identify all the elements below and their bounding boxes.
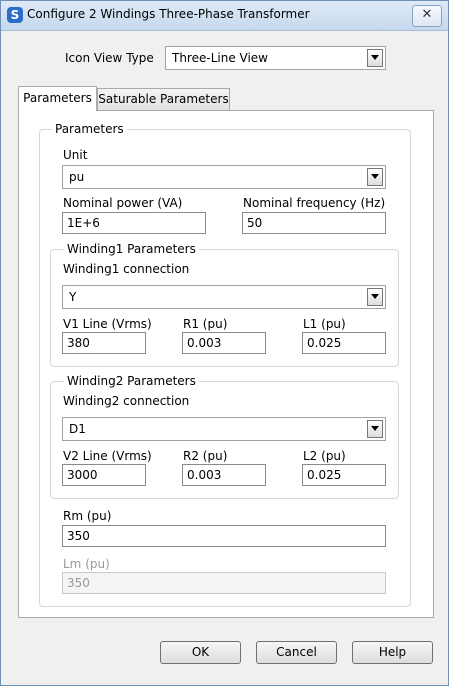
nominal-power-label: Nominal power (VA) [63, 196, 183, 210]
l1-field[interactable]: 0.025 [302, 332, 386, 354]
winding2-connection-value: D1 [69, 422, 86, 436]
chevron-down-icon[interactable] [367, 168, 383, 186]
r2-label: R2 (pu) [183, 449, 228, 463]
title-bar[interactable]: S Configure 2 Windings Three-Phase Trans… [1, 1, 448, 31]
tab-parameters-label: Parameters [23, 91, 92, 105]
rm-label: Rm (pu) [63, 509, 112, 523]
l2-label: L2 (pu) [303, 449, 346, 463]
unit-value: pu [69, 170, 85, 184]
simulink-s-icon: S [7, 7, 23, 23]
icon-view-type-label: Icon View Type [65, 51, 154, 65]
r2-field[interactable]: 0.003 [182, 464, 266, 486]
tab-saturable-parameters-label: Saturable Parameters [98, 92, 229, 106]
rm-field[interactable]: 350 [62, 525, 386, 547]
lm-field: 350 [62, 572, 386, 594]
icon-view-type-value: Three-Line View [172, 51, 268, 65]
parameters-tab-panel: Parameters Unit pu Nominal power (VA) 1E… [18, 110, 434, 618]
nominal-power-field[interactable]: 1E+6 [62, 212, 206, 234]
r1-field[interactable]: 0.003 [182, 332, 266, 354]
close-button[interactable]: ✕ [412, 5, 442, 27]
winding1-group-title: Winding1 Parameters [64, 242, 199, 256]
r1-label: R1 (pu) [183, 317, 228, 331]
cancel-button[interactable]: Cancel [256, 641, 337, 664]
help-button[interactable]: Help [352, 641, 433, 664]
v1-line-field[interactable]: 380 [62, 332, 146, 354]
chevron-down-icon[interactable] [367, 420, 383, 438]
tab-parameters[interactable]: Parameters [18, 86, 97, 111]
icon-view-type-select[interactable]: Three-Line View [165, 46, 386, 70]
unit-label: Unit [63, 148, 88, 162]
close-icon: ✕ [421, 7, 433, 22]
winding1-connection-label: Winding1 connection [63, 262, 190, 276]
dialog-window: S Configure 2 Windings Three-Phase Trans… [0, 0, 449, 686]
tab-saturable-parameters[interactable]: Saturable Parameters [97, 88, 230, 110]
unit-select[interactable]: pu [62, 165, 386, 189]
winding2-connection-select[interactable]: D1 [62, 417, 386, 441]
lm-label: Lm (pu) [63, 557, 110, 571]
ok-button[interactable]: OK [160, 641, 241, 664]
nominal-frequency-field[interactable]: 50 [242, 212, 386, 234]
winding1-connection-select[interactable]: Y [62, 285, 386, 309]
parameters-group-title: Parameters [52, 122, 127, 136]
nominal-frequency-label: Nominal frequency (Hz) [243, 196, 386, 210]
window-title: Configure 2 Windings Three-Phase Transfo… [27, 7, 310, 21]
v2-line-field[interactable]: 3000 [62, 464, 146, 486]
v1-line-label: V1 Line (Vrms) [63, 317, 152, 331]
chevron-down-icon[interactable] [367, 288, 383, 306]
v2-line-label: V2 Line (Vrms) [63, 449, 152, 463]
winding1-connection-value: Y [69, 290, 77, 304]
winding2-group-title: Winding2 Parameters [64, 374, 199, 388]
l1-label: L1 (pu) [303, 317, 346, 331]
winding2-connection-label: Winding2 connection [63, 394, 190, 408]
l2-field[interactable]: 0.025 [302, 464, 386, 486]
chevron-down-icon[interactable] [367, 49, 383, 67]
